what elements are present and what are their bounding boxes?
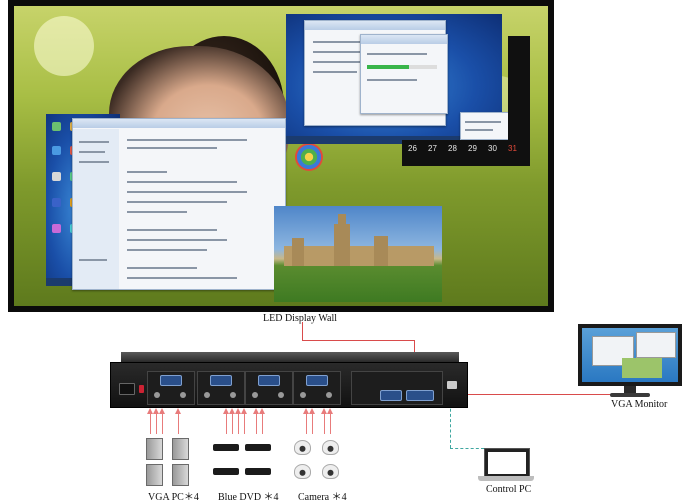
vga-monitor bbox=[578, 324, 682, 386]
calendar-day: 26 bbox=[408, 144, 417, 153]
camera-icon bbox=[294, 440, 311, 455]
dvd-player-icon bbox=[213, 468, 239, 475]
calendar-day: 27 bbox=[428, 144, 437, 153]
vga-pc-icon bbox=[172, 464, 189, 486]
dvd-player-icon bbox=[245, 444, 271, 451]
vga-monitor-screen bbox=[582, 328, 678, 382]
camera-label: Camera ＊4 bbox=[298, 492, 347, 503]
video-wall-processor bbox=[110, 362, 468, 408]
wall-signal-line bbox=[302, 340, 414, 341]
input-card-1 bbox=[147, 371, 195, 405]
wall-content: 26 27 28 29 30 31 bbox=[14, 6, 548, 306]
led-display-wall-label: LED Display Wall bbox=[263, 313, 337, 324]
notification-popup bbox=[460, 112, 510, 140]
system-properties-window bbox=[72, 118, 323, 290]
castle-photo bbox=[274, 206, 442, 302]
control-pc-link-horizontal bbox=[450, 448, 484, 449]
power-socket bbox=[119, 383, 135, 395]
calendar-side-strip bbox=[508, 36, 530, 140]
calendar-strip: 26 27 28 29 30 31 bbox=[402, 140, 530, 166]
control-pc-laptop-screen bbox=[484, 448, 530, 478]
output-card bbox=[351, 371, 443, 405]
vga-pc-icon bbox=[146, 438, 163, 460]
processor-top-cover bbox=[121, 352, 459, 362]
calendar-day: 28 bbox=[448, 144, 457, 153]
camera-icon bbox=[294, 464, 311, 479]
input-card-2 bbox=[197, 371, 245, 405]
calendar-day: 29 bbox=[468, 144, 477, 153]
dvd-player-icon bbox=[213, 444, 239, 451]
calendar-day: 30 bbox=[488, 144, 497, 153]
vga-pc-icon bbox=[172, 438, 189, 460]
input-card-3 bbox=[245, 371, 293, 405]
vga-monitor-label: VGA Monitor bbox=[611, 399, 668, 410]
wall-signal-line-up bbox=[302, 322, 303, 340]
power-switch bbox=[139, 385, 144, 393]
vga-pc-icon bbox=[146, 464, 163, 486]
progress-dialog bbox=[360, 34, 448, 114]
network-port bbox=[447, 381, 457, 389]
input-card-4 bbox=[293, 371, 341, 405]
blue-dvd-label: Blue DVD ＊4 bbox=[218, 492, 279, 503]
control-pc-laptop-base bbox=[478, 476, 534, 481]
control-pc-label: Control PC bbox=[486, 484, 532, 495]
led-display-wall: 26 27 28 29 30 31 bbox=[8, 0, 554, 312]
camera-icon bbox=[322, 464, 339, 479]
vga-pc-label: VGA PC＊4 bbox=[148, 492, 199, 503]
monitor-base bbox=[610, 393, 650, 397]
dvd-player-icon bbox=[245, 468, 271, 475]
calendar-day: 31 bbox=[508, 144, 517, 153]
camera-icon bbox=[322, 440, 339, 455]
